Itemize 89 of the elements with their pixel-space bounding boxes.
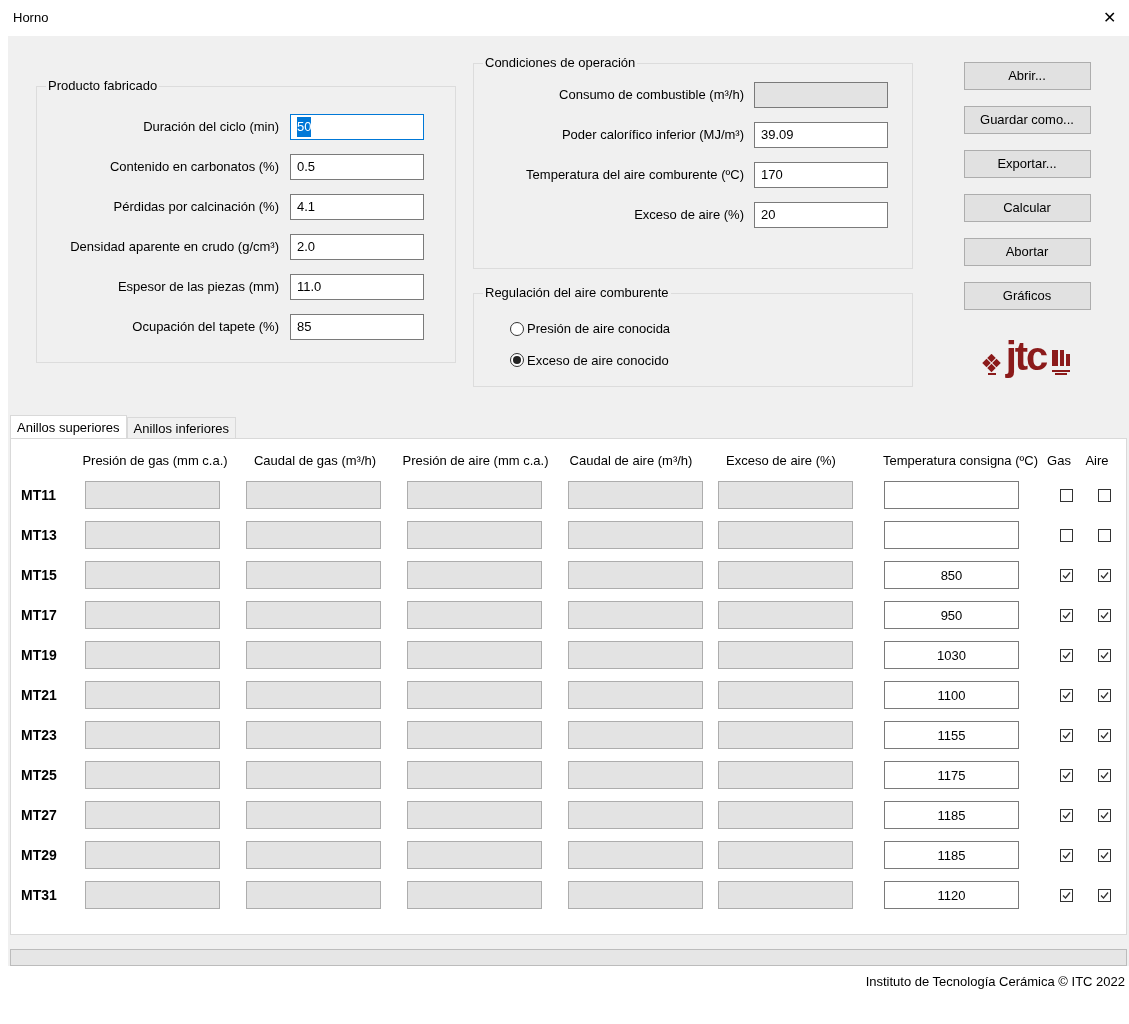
action-button[interactable]: Abortar bbox=[963, 238, 1091, 266]
field-label: Espesor de las piezas (mm) bbox=[116, 278, 280, 297]
aire-checkbox[interactable] bbox=[1098, 568, 1111, 582]
gas-checkbox[interactable] bbox=[1060, 528, 1073, 542]
input-field[interactable]: 4.1 bbox=[290, 194, 424, 220]
temperature-field[interactable]: 850 bbox=[884, 561, 1019, 590]
field-label: Pérdidas por calcinación (%) bbox=[112, 198, 280, 217]
aire-checkbox[interactable] bbox=[1098, 608, 1111, 622]
input-field[interactable]: 170 bbox=[754, 162, 888, 188]
column-header: Gas bbox=[1046, 451, 1072, 470]
row-label: MT11 bbox=[20, 485, 57, 505]
input-field[interactable]: 50 bbox=[290, 114, 424, 140]
aire-checkbox[interactable] bbox=[1098, 888, 1111, 902]
field-label: Poder calorífico inferior (MJ/m³) bbox=[560, 126, 745, 145]
diamond-logo-icon bbox=[981, 354, 1002, 376]
column-header: Aire bbox=[1084, 451, 1110, 470]
temperature-field[interactable]: 1155 bbox=[884, 721, 1019, 750]
radio-button[interactable] bbox=[510, 321, 524, 336]
field-label: Consumo de combustible (m³/h) bbox=[558, 86, 745, 105]
input-field[interactable]: 39.09 bbox=[754, 122, 888, 148]
temperature-field[interactable]: 1120 bbox=[884, 881, 1019, 910]
field-label: Temperatura del aire comburente (ºC) bbox=[525, 166, 745, 185]
temperature-field[interactable]: 1185 bbox=[884, 841, 1019, 870]
gas-checkbox[interactable] bbox=[1060, 608, 1073, 622]
row-label: MT27 bbox=[20, 805, 58, 825]
column-header: Presión de gas (mm c.a.) bbox=[81, 451, 229, 470]
window-title: Horno bbox=[13, 9, 49, 28]
field-label: Contenido en carbonatos (%) bbox=[108, 158, 280, 177]
action-button[interactable]: Exportar... bbox=[963, 150, 1091, 178]
column-header: Presión de aire (mm c.a.) bbox=[401, 451, 550, 470]
action-button[interactable]: Calcular bbox=[963, 194, 1091, 222]
temperature-field[interactable]: 1030 bbox=[884, 641, 1019, 670]
gas-checkbox[interactable] bbox=[1060, 808, 1073, 822]
temperature-field[interactable] bbox=[884, 481, 1019, 510]
row-label: MT25 bbox=[20, 765, 58, 785]
close-button[interactable]: ✕ bbox=[1099, 8, 1119, 28]
radio-option[interactable]: Exceso de aire conocido bbox=[510, 350, 669, 370]
gas-checkbox[interactable] bbox=[1060, 888, 1073, 902]
aire-checkbox[interactable] bbox=[1098, 848, 1111, 862]
aire-checkbox[interactable] bbox=[1098, 488, 1111, 502]
temperature-field[interactable] bbox=[884, 521, 1019, 550]
aire-checkbox[interactable] bbox=[1098, 808, 1111, 822]
tab[interactable]: Anillos superiores bbox=[10, 415, 127, 439]
gas-checkbox[interactable] bbox=[1060, 768, 1073, 782]
gas-checkbox[interactable] bbox=[1060, 848, 1073, 862]
input-field[interactable]: 0.5 bbox=[290, 154, 424, 180]
field-label: Ocupación del tapete (%) bbox=[131, 318, 280, 337]
column-header: Caudal de aire (m³/h) bbox=[568, 451, 694, 470]
radio-button[interactable] bbox=[510, 353, 524, 368]
aire-checkbox[interactable] bbox=[1098, 688, 1111, 702]
input-field[interactable]: 2.0 bbox=[290, 234, 424, 260]
row-label: MT19 bbox=[20, 645, 58, 665]
action-button[interactable]: Guardar como... bbox=[963, 106, 1091, 134]
logo-text: jtc bbox=[1005, 336, 1047, 376]
tab[interactable]: Anillos inferiores bbox=[126, 417, 236, 439]
row-label: MT21 bbox=[20, 685, 58, 705]
temperature-field[interactable]: 950 bbox=[884, 601, 1019, 630]
temperature-field[interactable]: 1185 bbox=[884, 801, 1019, 830]
gas-checkbox[interactable] bbox=[1060, 568, 1073, 582]
radio-option[interactable]: Presión de aire conocida bbox=[510, 319, 671, 339]
temperature-field[interactable]: 1175 bbox=[884, 761, 1019, 790]
gas-checkbox[interactable] bbox=[1060, 488, 1073, 502]
row-label: MT13 bbox=[20, 525, 58, 545]
emblem-icon bbox=[1050, 348, 1073, 376]
input-field[interactable]: 11.0 bbox=[290, 274, 424, 300]
gas-checkbox[interactable] bbox=[1060, 648, 1073, 662]
input-field[interactable]: 20 bbox=[754, 202, 888, 228]
aire-checkbox[interactable] bbox=[1098, 728, 1111, 742]
action-button[interactable]: Abrir... bbox=[963, 62, 1091, 90]
column-header: Temperatura consigna (ºC) bbox=[881, 451, 1039, 470]
row-label: MT31 bbox=[20, 885, 58, 905]
column-header: Exceso de aire (%) bbox=[725, 451, 837, 470]
gas-checkbox[interactable] bbox=[1060, 688, 1073, 702]
status-text: Instituto de Tecnología Cerámica © ITC 2022 bbox=[865, 973, 1125, 991]
gas-checkbox[interactable] bbox=[1060, 728, 1073, 742]
input-field[interactable]: 85 bbox=[290, 314, 424, 340]
aire-checkbox[interactable] bbox=[1098, 768, 1111, 782]
field-label: Densidad aparente en crudo (g/cm³) bbox=[69, 238, 280, 257]
aire-checkbox[interactable] bbox=[1098, 528, 1111, 542]
row-label: MT17 bbox=[20, 605, 58, 625]
field-label: Exceso de aire (%) bbox=[633, 206, 745, 225]
row-label: MT29 bbox=[20, 845, 58, 865]
row-label: MT15 bbox=[20, 565, 58, 585]
action-button[interactable]: Gráficos bbox=[963, 282, 1091, 310]
aire-checkbox[interactable] bbox=[1098, 648, 1111, 662]
temperature-field[interactable]: 1100 bbox=[884, 681, 1019, 710]
row-label: MT23 bbox=[20, 725, 58, 745]
field-label: Duración del ciclo (min) bbox=[142, 118, 280, 137]
column-header: Caudal de gas (m³/h) bbox=[252, 451, 378, 470]
